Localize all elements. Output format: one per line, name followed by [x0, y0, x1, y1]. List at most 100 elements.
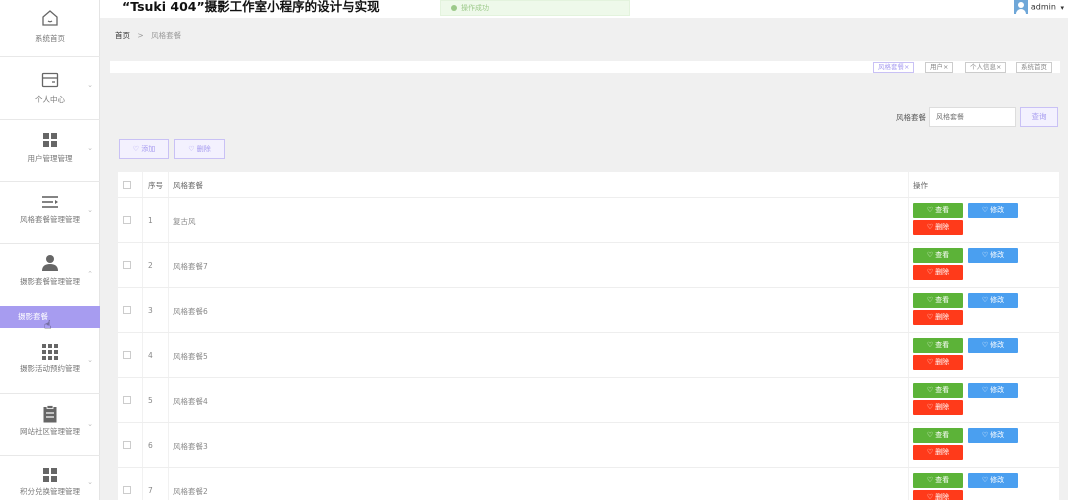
breadcrumb-current: 风格套餐: [151, 31, 182, 40]
sidebar-item-community-management[interactable]: 网站社区管理管理 ⌄: [0, 394, 100, 456]
view-button[interactable]: ♡ 查看: [913, 293, 963, 308]
edit-label: 修改: [990, 386, 1005, 394]
edit-button[interactable]: ♡ 修改: [968, 248, 1018, 263]
sidebar-item-photo-activity-booking[interactable]: 摄影活动预约管理 ⌄: [0, 328, 100, 394]
breadcrumb: 首页 > 风格套餐: [115, 30, 181, 41]
view-button[interactable]: ♡ 查看: [913, 428, 963, 443]
clipboard-icon: [43, 405, 57, 423]
row-checkbox[interactable]: [123, 486, 131, 494]
user-menu[interactable]: admin ▾: [1013, 0, 1064, 16]
sidebar-item-personal-center[interactable]: 个人中心 ⌄: [0, 57, 100, 120]
top-header: “Tsuki 404”摄影工作室小程序的设计与实现 操作成功 admin ▾: [100, 0, 1068, 18]
view-label: 查看: [935, 206, 950, 214]
chevron-down-icon: ⌄: [87, 206, 93, 214]
breadcrumb-home[interactable]: 首页: [115, 31, 130, 40]
sidebar-item-label: 摄影活动预约管理: [20, 364, 80, 373]
heart-icon: ♡: [981, 296, 989, 304]
edit-button[interactable]: ♡ 修改: [968, 338, 1018, 353]
username: admin: [1030, 2, 1056, 12]
view-button[interactable]: ♡ 查看: [913, 248, 963, 263]
heart-icon: ♡: [981, 386, 989, 394]
chevron-down-icon: ⌄: [87, 144, 93, 152]
view-label: 查看: [935, 251, 950, 259]
edit-button[interactable]: ♡ 修改: [968, 293, 1018, 308]
batch-delete-button[interactable]: ♡ 删除: [174, 139, 225, 159]
heart-icon: ♡: [926, 493, 934, 500]
table-row: 2 风格套餐7 ♡ 查看 ♡ 修改 ♡ 删除: [118, 243, 1059, 288]
edit-button[interactable]: ♡ 修改: [968, 428, 1018, 443]
row-index: 1: [148, 216, 153, 225]
apps-icon: [42, 344, 58, 360]
delete-button[interactable]: ♡ 删除: [913, 310, 963, 325]
heart-icon: ♡: [926, 448, 934, 456]
view-button[interactable]: ♡ 查看: [913, 383, 963, 398]
edit-button[interactable]: ♡ 修改: [968, 473, 1018, 488]
tag-system-home[interactable]: 系统首页: [1016, 62, 1052, 73]
heart-icon: ♡: [926, 341, 934, 349]
view-button[interactable]: ♡ 查看: [913, 338, 963, 353]
table-row: 3 风格套餐6 ♡ 查看 ♡ 修改 ♡ 删除: [118, 288, 1059, 333]
row-checkbox[interactable]: [123, 216, 131, 224]
user-icon: [42, 255, 58, 271]
row-index: 2: [148, 261, 153, 270]
sidebar-item-photo-package-management[interactable]: 摄影套餐管理管理 ⌃: [0, 244, 100, 306]
sidebar-item-points-exchange[interactable]: 积分兑换管理管理 ⌄: [0, 456, 100, 500]
delete-button[interactable]: ♡ 删除: [913, 400, 963, 415]
heart-icon: ♡: [926, 403, 934, 411]
edit-label: 修改: [990, 206, 1005, 214]
heart-icon: ♡: [926, 296, 934, 304]
tag-user[interactable]: 用户×: [925, 62, 954, 73]
table-row: 4 风格套餐5 ♡ 查看 ♡ 修改 ♡ 删除: [118, 333, 1059, 378]
heart-icon: ♡: [132, 145, 140, 153]
sidebar-item-label: 风格套餐管理管理: [20, 215, 80, 224]
view-button[interactable]: ♡ 查看: [913, 473, 963, 488]
tag-label: 系统首页: [1021, 63, 1047, 71]
sidebar-item-label: 积分兑换管理管理: [20, 487, 80, 496]
close-icon[interactable]: ×: [904, 63, 909, 71]
chevron-down-icon: ⌄: [87, 81, 93, 89]
delete-button[interactable]: ♡ 删除: [913, 355, 963, 370]
tag-label: 风格套餐: [878, 63, 904, 71]
heart-icon: ♡: [981, 431, 989, 439]
search-input[interactable]: [929, 107, 1016, 127]
breadcrumb-separator: >: [137, 31, 144, 40]
row-checkbox[interactable]: [123, 261, 131, 269]
success-toast: 操作成功: [440, 0, 630, 16]
add-button[interactable]: ♡ 添加: [119, 139, 169, 159]
heart-icon: ♡: [981, 251, 989, 259]
delete-button[interactable]: ♡ 删除: [913, 445, 963, 460]
tag-style-package[interactable]: 风格套餐×: [873, 62, 915, 73]
header-operations: 操作: [913, 181, 928, 190]
row-style-package: 风格套餐2: [173, 487, 208, 496]
row-checkbox[interactable]: [123, 396, 131, 404]
delete-button[interactable]: ♡ 删除: [913, 490, 963, 500]
edit-button[interactable]: ♡ 修改: [968, 383, 1018, 398]
heart-icon: ♡: [981, 206, 989, 214]
table-row: 5 风格套餐4 ♡ 查看 ♡ 修改 ♡ 删除: [118, 378, 1059, 423]
close-icon[interactable]: ×: [996, 63, 1001, 71]
avatar: [1013, 0, 1028, 14]
home-icon: [42, 10, 58, 26]
row-checkbox[interactable]: [123, 441, 131, 449]
delete-button[interactable]: ♡ 删除: [913, 220, 963, 235]
delete-label: 删除: [935, 313, 950, 321]
row-checkbox[interactable]: [123, 306, 131, 314]
edit-button[interactable]: ♡ 修改: [968, 203, 1018, 218]
row-index: 5: [148, 396, 153, 405]
view-button[interactable]: ♡ 查看: [913, 203, 963, 218]
delete-button[interactable]: ♡ 删除: [913, 265, 963, 280]
select-all-checkbox[interactable]: [123, 181, 131, 189]
search-button[interactable]: 查询: [1020, 107, 1058, 127]
sidebar-item-home[interactable]: 系统首页: [0, 0, 100, 57]
heart-icon: ♡: [926, 206, 934, 214]
heart-icon: ♡: [926, 358, 934, 366]
heart-icon: ♡: [981, 341, 989, 349]
sidebar-item-style-package-management[interactable]: 风格套餐管理管理 ⌄: [0, 182, 100, 244]
edit-label: 修改: [990, 296, 1005, 304]
tag-personal-info[interactable]: 个人信息×: [965, 62, 1007, 73]
delete-label: 删除: [935, 223, 950, 231]
close-icon[interactable]: ×: [943, 63, 948, 71]
chevron-down-icon: ⌄: [87, 356, 93, 364]
sidebar-item-user-management[interactable]: 用户管理管理 ⌄: [0, 120, 100, 182]
row-checkbox[interactable]: [123, 351, 131, 359]
